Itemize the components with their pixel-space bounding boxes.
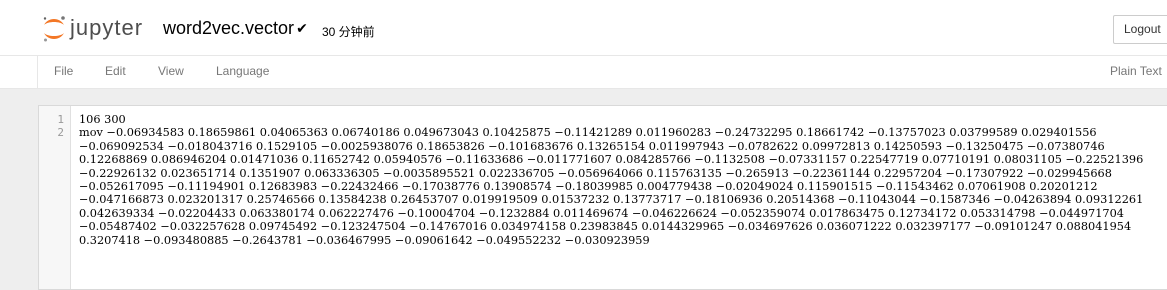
save-time: 30 分钟前 — [322, 25, 375, 39]
checkmark-icon: ✔ — [296, 20, 308, 36]
menu-edit[interactable]: Edit — [105, 64, 126, 78]
logout-button[interactable]: Logout — [1113, 15, 1167, 44]
menubar-divider — [37, 56, 38, 88]
menu-file[interactable]: File — [54, 64, 73, 78]
menu-view[interactable]: View — [158, 64, 184, 78]
editor-line[interactable]: 106 300 — [79, 113, 1159, 126]
notebook-name-text[interactable]: word2vec.vector — [163, 18, 294, 39]
menubar: File Edit View Language Plain Text — [0, 55, 1167, 89]
editor-line[interactable]: mov −0.06934583 0.18659861 0.04065363 0.… — [79, 126, 1159, 247]
menu-language[interactable]: Language — [216, 64, 269, 78]
editor-mode-label[interactable]: Plain Text — [1110, 64, 1162, 78]
jupyter-logo-text: jupyter — [70, 15, 144, 40]
line-number: 2 — [57, 126, 64, 139]
jupyter-logo[interactable]: jupyter — [41, 14, 143, 44]
header: jupyter word2vec.vector ✔ 30 分钟前 Logout — [0, 0, 1167, 55]
jupyter-logo-icon — [43, 16, 65, 42]
line-number-gutter: 1 2 — [39, 106, 71, 289]
line-number: 1 — [57, 113, 64, 126]
notebook-name[interactable]: word2vec.vector ✔ — [163, 18, 308, 39]
text-editor[interactable]: 1 2 106 300 mov −0.06934583 0.18659861 0… — [38, 105, 1167, 290]
editor-content[interactable]: 106 300 mov −0.06934583 0.18659861 0.040… — [79, 113, 1159, 247]
